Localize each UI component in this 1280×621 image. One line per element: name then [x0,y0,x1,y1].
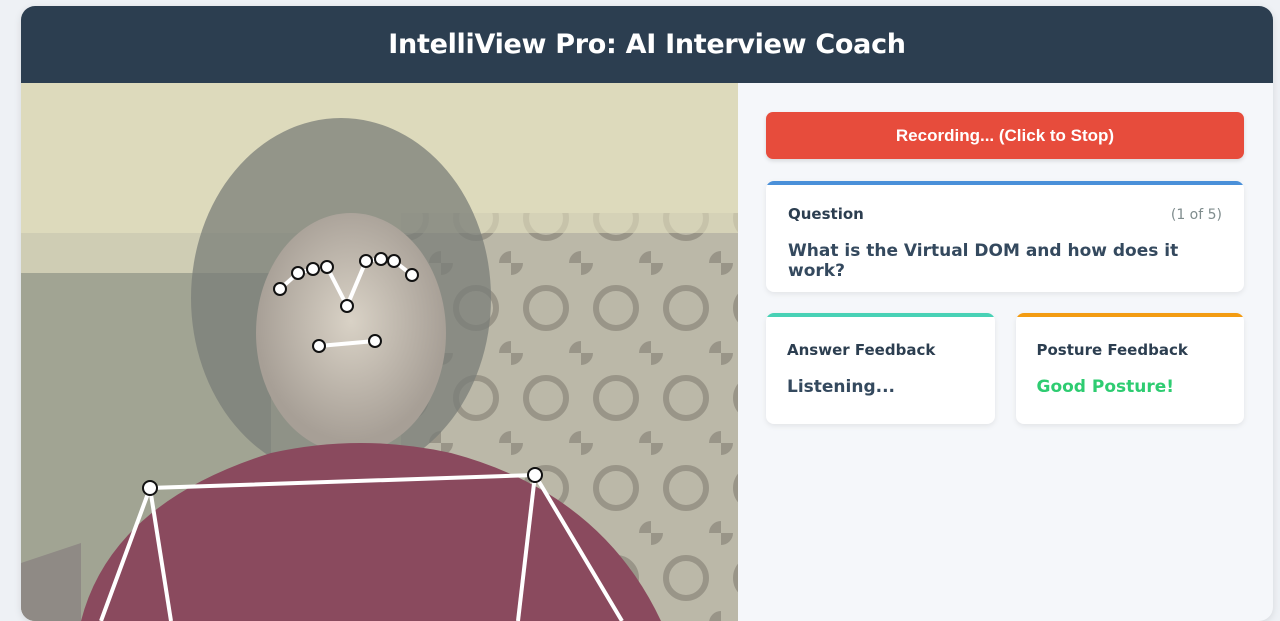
answer-feedback-status: Listening... [787,377,896,397]
recording-stop-button[interactable]: Recording... (Click to Stop) [766,112,1244,159]
app-window: IntelliView Pro: AI Interview Coach Reco… [21,6,1273,621]
header-bar: IntelliView Pro: AI Interview Coach [21,6,1273,83]
webcam-feed [21,83,738,621]
question-text: What is the Virtual DOM and how does it … [788,241,1179,281]
answer-feedback-heading: Answer Feedback [787,341,936,359]
question-heading: Question [788,205,864,223]
question-header: Question (1 of 5) [788,205,1222,223]
question-card: Question (1 of 5) What is the Virtual DO… [766,181,1244,292]
feedback-row: Answer Feedback Listening... Posture Fee… [766,313,1244,424]
posture-feedback-card: Posture Feedback Good Posture! [1015,313,1244,424]
app-title: IntelliView Pro: AI Interview Coach [388,29,906,60]
posture-feedback-heading: Posture Feedback [1036,341,1188,359]
posture-feedback-status: Good Posture! [1036,377,1175,397]
coach-panel: Recording... (Click to Stop) Question (1… [766,112,1244,424]
question-counter: (1 of 5) [1170,207,1222,223]
webcam-scene [21,83,738,621]
answer-feedback-card: Answer Feedback Listening... [766,313,995,424]
